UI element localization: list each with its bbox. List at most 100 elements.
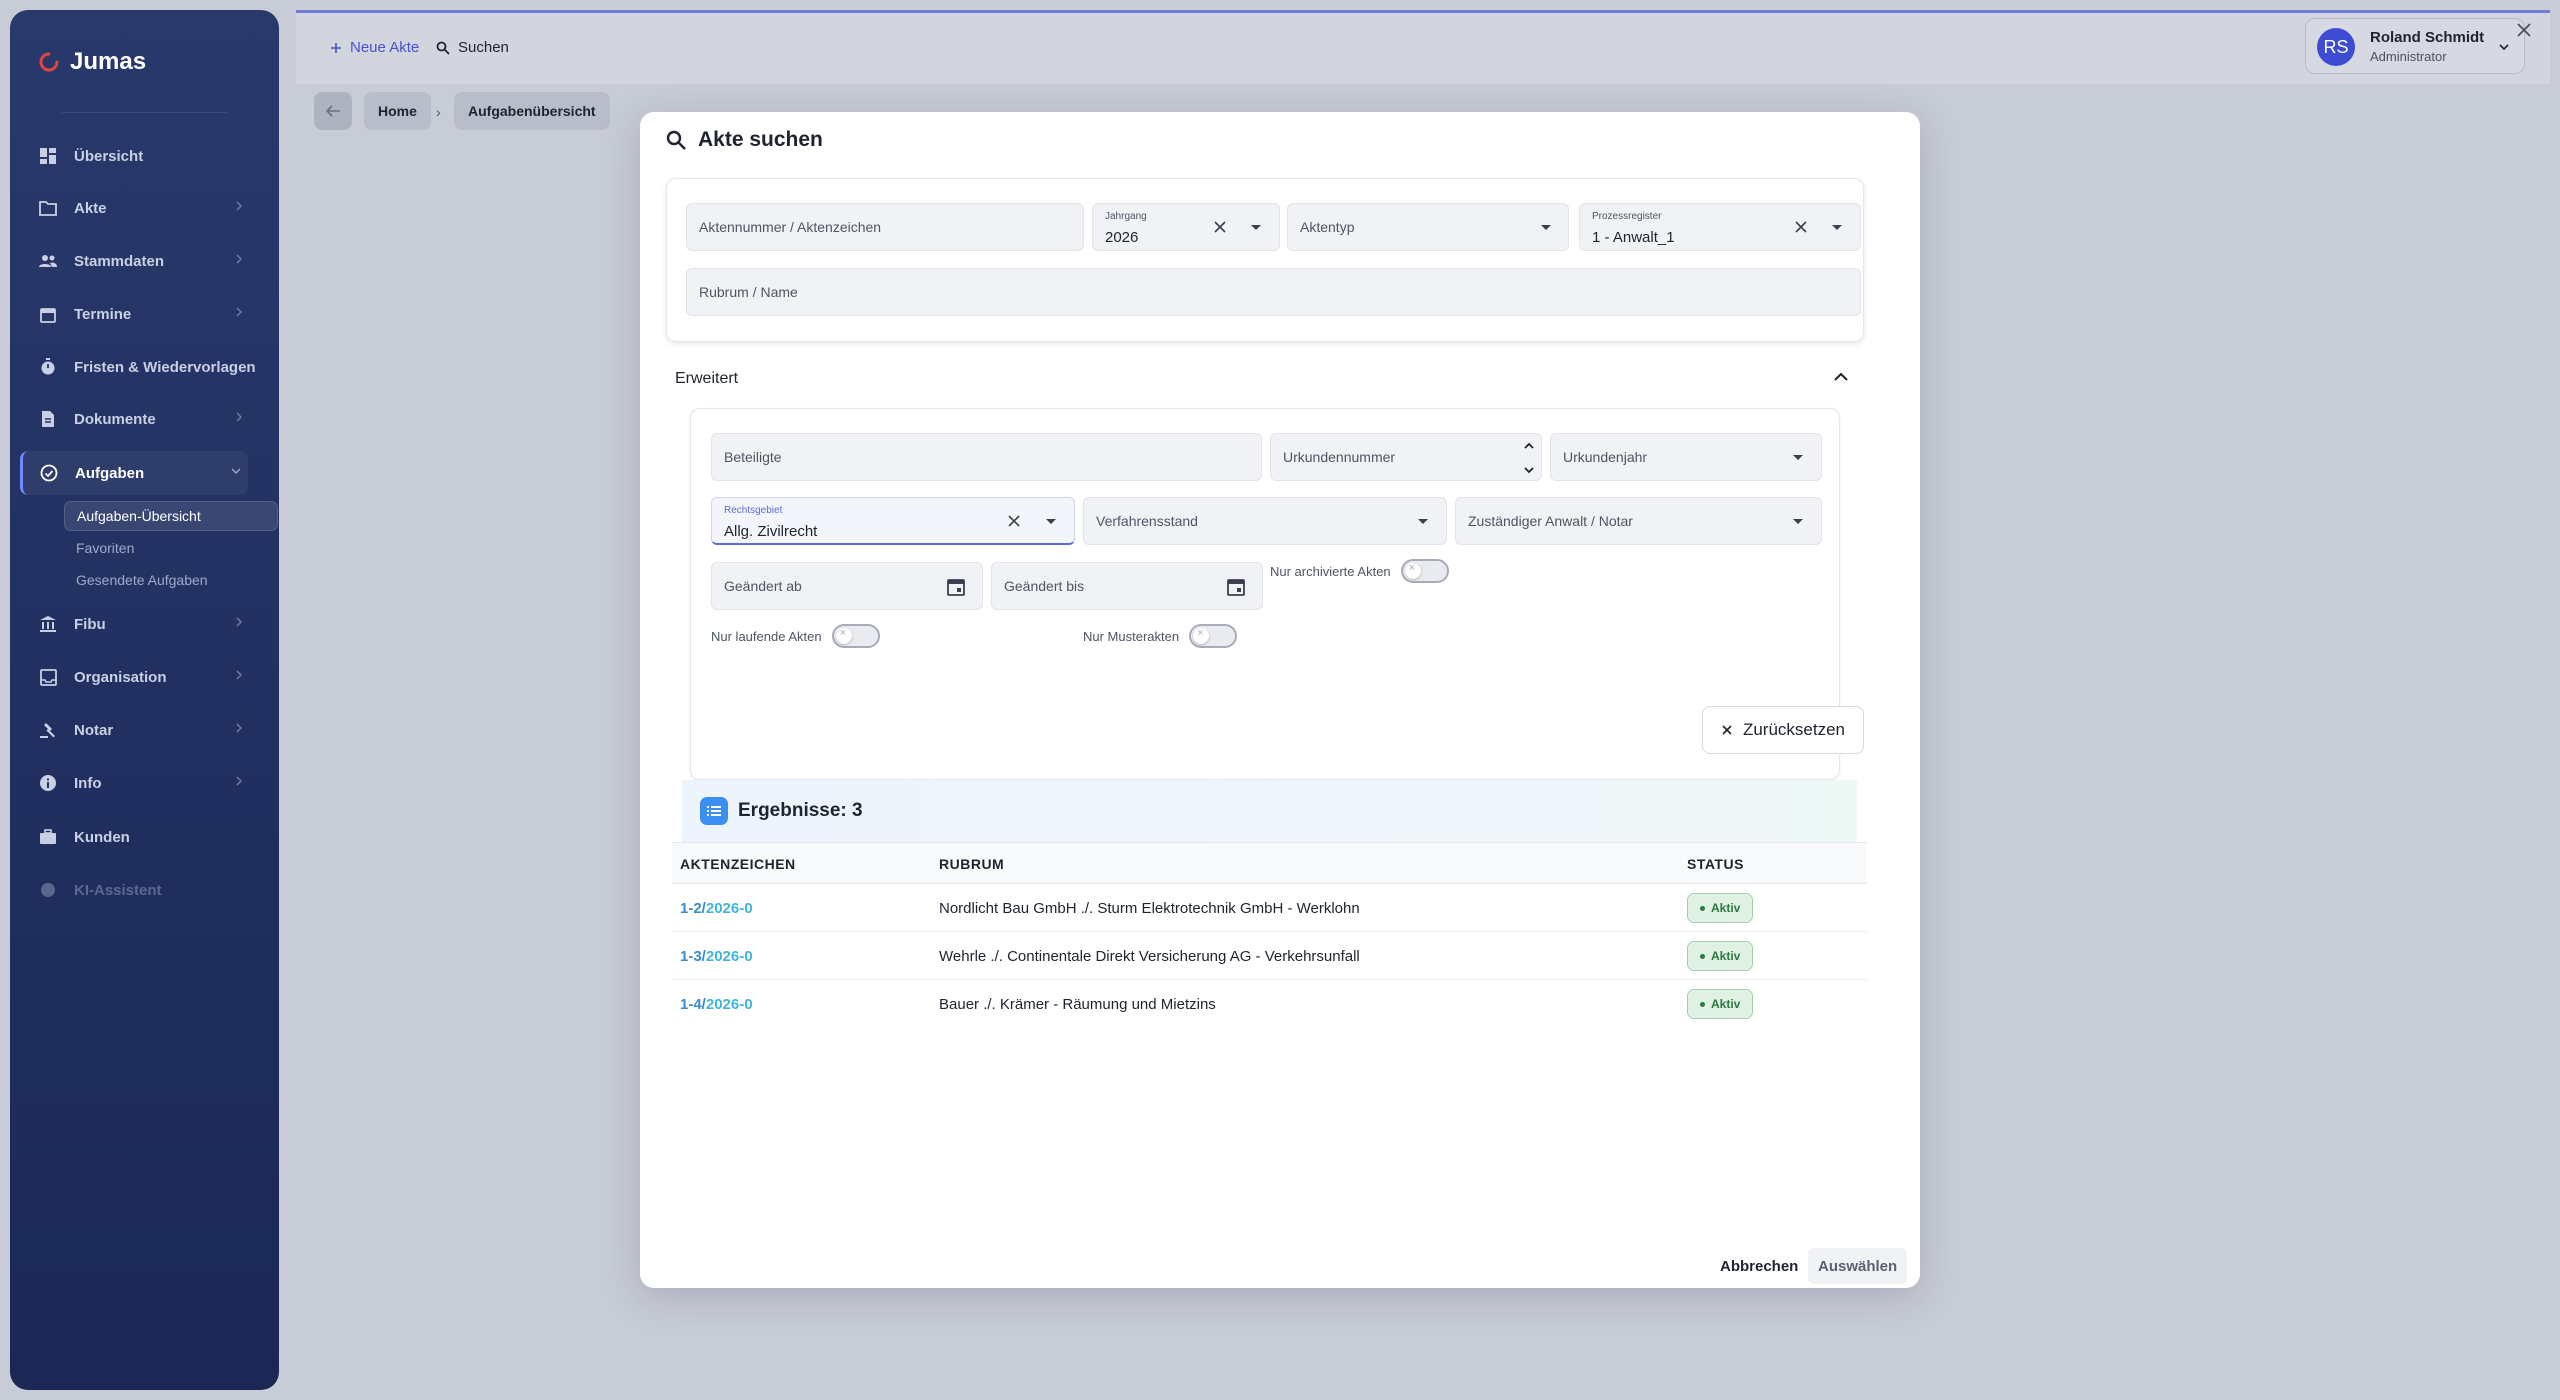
sidebar-item-label: Kunden: [74, 828, 130, 846]
calendar-icon[interactable]: [1227, 577, 1245, 596]
list-icon: [700, 797, 728, 825]
jahrgang-select[interactable]: Jahrgang 2026: [1092, 203, 1280, 251]
breadcrumb-separator: ›: [436, 104, 441, 120]
breadcrumb-home[interactable]: Home: [364, 92, 431, 130]
breadcrumb-current[interactable]: Aufgabenübersicht: [454, 92, 610, 130]
dropdown-arrow-icon[interactable]: [1540, 224, 1552, 232]
geaendert-ab-input[interactable]: Geändert ab: [711, 562, 983, 610]
rechtsgebiet-select[interactable]: Rechtsgebiet Allg. Zivilrecht: [711, 497, 1075, 545]
folder-icon: [38, 198, 58, 218]
sidebar-item-fibu[interactable]: Fibu: [22, 602, 267, 646]
sidebar-item-termine[interactable]: Termine: [22, 292, 267, 336]
clear-icon[interactable]: [1007, 514, 1021, 528]
nur-laufende-label: Nur laufende Akten: [711, 628, 822, 644]
urkundenjahr-placeholder: Urkundenjahr: [1563, 449, 1648, 465]
user-role: Administrator: [2370, 49, 2447, 64]
dropdown-arrow-icon[interactable]: [1792, 454, 1804, 462]
anwalt-select[interactable]: Zuständiger Anwalt / Notar: [1455, 497, 1822, 545]
column-header-aktenzeichen[interactable]: AKTENZEICHEN: [680, 856, 796, 872]
dropdown-arrow-icon[interactable]: [1831, 224, 1843, 232]
rubrum-input[interactable]: Rubrum / Name: [686, 268, 1861, 316]
search-button[interactable]: Suchen: [436, 39, 509, 56]
top-bar: Neue Akte Suchen: [296, 10, 2550, 84]
dropdown-arrow-icon[interactable]: [1417, 518, 1429, 526]
sidebar-item-label: Info: [74, 774, 102, 792]
sidebar-item-dokumente[interactable]: Dokumente: [22, 397, 267, 441]
dropdown-arrow-icon[interactable]: [1250, 224, 1262, 232]
select-button[interactable]: Auswählen: [1808, 1248, 1908, 1284]
sidebar-item-label: Dokumente: [74, 410, 156, 428]
sidebar-subitem-favoriten[interactable]: Favoriten: [64, 533, 146, 563]
sidebar-item-uebersicht[interactable]: Übersicht: [22, 134, 267, 178]
table-row[interactable]: 1-4/2026-0 Bauer ./. Krämer - Räumung un…: [672, 980, 1867, 1028]
timer-icon: [38, 357, 58, 377]
user-menu[interactable]: RS Roland Schmidt Administrator: [2305, 18, 2525, 74]
sidebar-item-label: Notar: [74, 721, 114, 739]
anwalt-placeholder: Zuständiger Anwalt / Notar: [1468, 513, 1633, 529]
reset-button[interactable]: Zurücksetzen: [1702, 706, 1864, 754]
geaendert-bis-input[interactable]: Geändert bis: [991, 562, 1263, 610]
sidebar-item-akte[interactable]: Akte: [22, 186, 267, 230]
column-header-rubrum[interactable]: RUBRUM: [939, 856, 1004, 872]
new-file-button[interactable]: Neue Akte: [330, 39, 419, 56]
stepper-arrows-icon[interactable]: [1523, 440, 1535, 476]
cancel-button[interactable]: Abbrechen: [1710, 1248, 1808, 1284]
plus-icon: [331, 42, 341, 53]
chevron-right-icon: [236, 201, 243, 211]
calendar-icon[interactable]: [947, 577, 965, 596]
sidebar-subitem-gesendete-aufgaben[interactable]: Gesendete Aufgaben: [64, 565, 220, 595]
sidebar-item-kunden[interactable]: Kunden: [22, 815, 267, 859]
urkundennummer-placeholder: Urkundennummer: [1283, 449, 1396, 465]
close-icon[interactable]: [2516, 22, 2532, 38]
dropdown-arrow-icon[interactable]: [1792, 518, 1804, 526]
sidebar-divider: [62, 112, 227, 113]
chevron-up-icon[interactable]: [1833, 370, 1849, 382]
chevron-right-icon: [236, 254, 243, 264]
table-row[interactable]: 1-2/2026-0 Nordlicht Bau GmbH ./. Sturm …: [672, 884, 1867, 932]
nur-archivierte-toggle[interactable]: [1400, 559, 1449, 583]
nur-laufende-toggle[interactable]: [831, 624, 880, 648]
advanced-section-title[interactable]: Erweitert: [675, 370, 738, 388]
sidebar-item-label: Organisation: [74, 668, 167, 686]
sidebar-subitem-aufgaben-uebersicht[interactable]: Aufgaben-Übersicht: [64, 501, 278, 531]
user-name: Roland Schmidt: [2370, 29, 2485, 46]
sidebar-item-aufgaben[interactable]: Aufgaben: [20, 451, 248, 495]
urkundennummer-input[interactable]: Urkundennummer: [1270, 433, 1542, 481]
verfahrensstand-select[interactable]: Verfahrensstand: [1083, 497, 1447, 545]
sidebar-item-fristen[interactable]: Fristen & Wiedervorlagen: [22, 345, 267, 389]
jahrgang-label: Jahrgang: [1105, 211, 1147, 222]
sidebar-item-label: Stammdaten: [74, 252, 165, 270]
dropdown-arrow-icon[interactable]: [1045, 518, 1057, 526]
back-button[interactable]: [314, 92, 352, 130]
sidebar-item-ki-assistent[interactable]: KI-Assistent: [22, 868, 267, 912]
sidebar-item-label: Akte: [74, 199, 107, 217]
chevron-right-icon: [236, 617, 243, 627]
urkundenjahr-select[interactable]: Urkundenjahr: [1550, 433, 1822, 481]
sidebar-item-stammdaten[interactable]: Stammdaten: [22, 239, 267, 283]
nur-muster-toggle[interactable]: [1189, 624, 1238, 648]
column-header-status[interactable]: STATUS: [1687, 856, 1744, 872]
sidebar-item-organisation[interactable]: Organisation: [22, 655, 267, 699]
prozessregister-select[interactable]: Prozessregister 1 - Anwalt_1: [1579, 203, 1861, 251]
clear-icon[interactable]: [1213, 220, 1227, 234]
beteiligte-input[interactable]: Beteiligte: [711, 433, 1262, 481]
aktentyp-select[interactable]: Aktentyp: [1287, 203, 1569, 251]
aktenzeichen-link[interactable]: 1-4/2026-0: [680, 996, 753, 1013]
clear-icon[interactable]: [1794, 220, 1808, 234]
nur-muster-label: Nur Musterakten: [1083, 628, 1180, 644]
sidebar-item-label: KI-Assistent: [74, 881, 162, 899]
sidebar-item-label: Übersicht: [74, 147, 144, 165]
chevron-right-icon: [236, 776, 243, 786]
aktennummer-input[interactable]: Aktennummer / Aktenzeichen: [686, 203, 1084, 251]
sidebar-item-info[interactable]: Info: [22, 761, 267, 805]
table-row[interactable]: 1-3/2026-0 Wehrle ./. Continentale Direk…: [672, 932, 1867, 980]
aktennummer-placeholder: Aktennummer / Aktenzeichen: [699, 219, 882, 235]
sidebar-item-notar[interactable]: Notar: [22, 708, 267, 752]
dashboard-icon: [38, 146, 58, 166]
aktenzeichen-link[interactable]: 1-2/2026-0: [680, 900, 753, 917]
dialog-title-text: Akte suchen: [698, 128, 823, 151]
aktenzeichen-link[interactable]: 1-3/2026-0: [680, 948, 753, 965]
table-header: AKTENZEICHEN RUBRUM STATUS: [672, 842, 1867, 884]
app-logo[interactable]: Jumas: [38, 48, 146, 76]
close-icon: [1722, 725, 1732, 735]
